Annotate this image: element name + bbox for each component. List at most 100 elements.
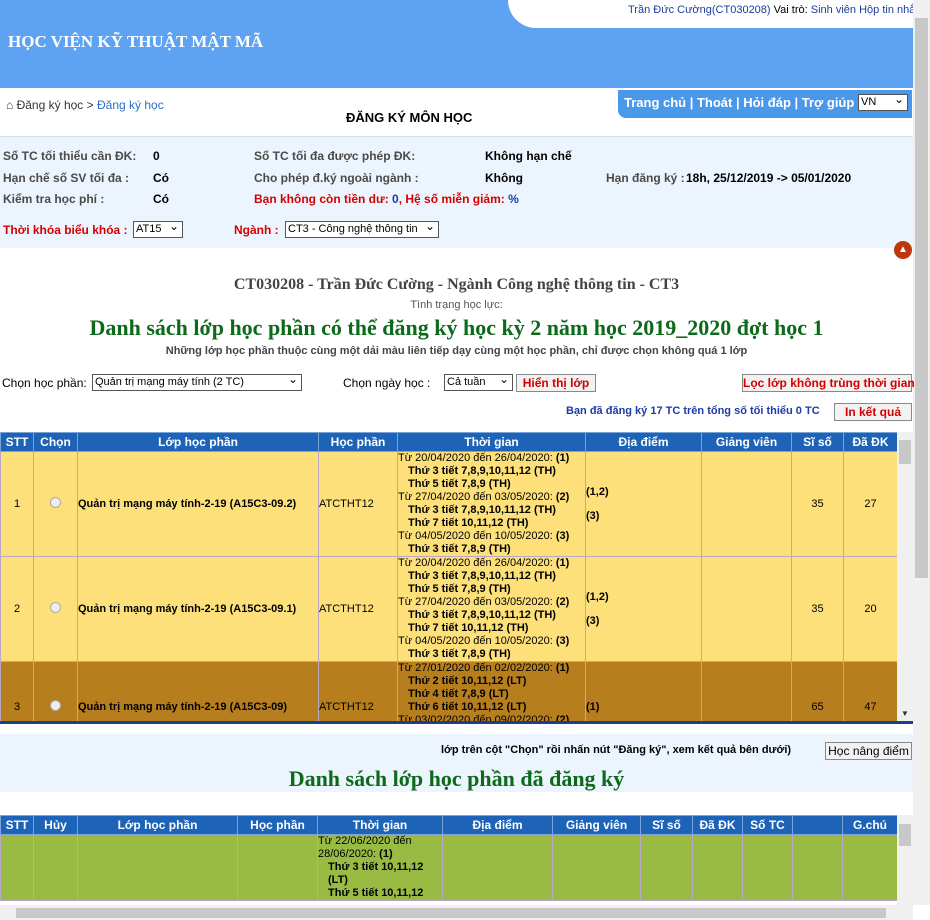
registered-classes-title: Danh sách lớp học phần đã đăng ký	[288, 766, 625, 791]
cell-place: (1,2) (3)	[585, 556, 702, 662]
cell-course-code: ATCTHT12	[318, 661, 398, 721]
column-header: Học phần	[318, 432, 398, 452]
advanced-grade-button[interactable]: Học nâng điểm	[825, 742, 912, 760]
column-header: STT	[0, 815, 34, 835]
period-index: (2)	[555, 714, 570, 721]
outside-major-value: Không	[485, 171, 523, 185]
cell-class-name: Quản trị mạng máy tính-2-19 (A15C3-09)	[77, 661, 319, 721]
section-divider	[0, 721, 913, 724]
cell-cancel[interactable]	[33, 834, 78, 901]
cell-stt: 3	[0, 661, 34, 721]
period-index: (1)	[555, 662, 570, 674]
table-row: 2 Quản trị mạng máy tính-2-19 (A15C3-09.1…	[0, 556, 897, 662]
cell-select[interactable]	[33, 451, 78, 557]
cell-note	[842, 834, 897, 901]
cell-lecturer	[701, 556, 792, 662]
registered-table-scroll-thumb[interactable]	[899, 824, 911, 846]
select-radio[interactable]	[50, 497, 61, 508]
cell-registered: 27	[843, 451, 897, 557]
page-title: ĐĂNG KÝ MÔN HỌC	[346, 110, 473, 125]
cell-course-code: ATCTHT12	[318, 556, 398, 662]
cell-class-name: Quản trị mạng máy tính-2-19 (A15C3-09.1)	[77, 556, 319, 662]
cell-stt: 2	[0, 556, 34, 662]
cell-size	[640, 834, 693, 901]
scroll-down-arrow-icon[interactable]: ▼	[901, 709, 909, 718]
cell-size: 65	[791, 661, 844, 721]
breadcrumb-home[interactable]: Đăng ký học	[17, 98, 84, 112]
classes-table-scrollbar[interactable]	[897, 432, 913, 721]
time-slot: Thứ 2 tiết 10,11,12 (LT)	[408, 675, 527, 687]
user-name-link[interactable]: Trần Đức Cường(CT030208)	[628, 4, 771, 16]
min-credits-value: 0	[153, 149, 160, 163]
time-slot: Thứ 6 tiết 10,11,12 (LT)	[408, 701, 527, 713]
period-dates: Từ 20/04/2020 đến 26/04/2020:	[398, 557, 556, 569]
column-header: Đã ĐK	[692, 815, 743, 835]
breadcrumb-current[interactable]: Đăng ký học	[97, 98, 164, 112]
available-classes-table: STT Chọn Lớp học phần Học phần Thời gian Địa …	[0, 432, 897, 721]
cell-registered: 47	[843, 661, 897, 721]
cell-registered: 20	[843, 556, 897, 662]
column-header: Địa điểm	[585, 432, 702, 452]
schedule-select[interactable]: AT15	[133, 221, 183, 238]
column-header: Sĩ số	[640, 815, 693, 835]
cell-stt	[0, 834, 34, 901]
max-credits-label: Số TC tối đa được phép ĐK:	[254, 149, 416, 163]
table-row: Từ 22/06/2020 đến 28/06/2020: (1) Thứ 3 t…	[0, 834, 897, 901]
select-radio[interactable]	[50, 602, 61, 613]
cell-extra	[792, 834, 843, 901]
table-row: 1 Quản trị mạng máy tính-2-19 (A15C3-09.2…	[0, 451, 897, 557]
course-select[interactable]: Quản trị mạng máy tính (2 TC)	[92, 374, 302, 391]
time-slot: Thứ 5 tiết 10,11,12	[328, 887, 424, 899]
period-dates: Từ 27/04/2020 đến 03/05/2020:	[398, 596, 556, 608]
language-select[interactable]: VN	[858, 94, 908, 111]
fee-check-label: Kiểm tra học phí :	[3, 192, 105, 206]
outside-major-label: Cho phép đ.ký ngoài ngành :	[254, 171, 419, 185]
cell-select[interactable]	[33, 556, 78, 662]
time-period: Từ 20/04/2020 đến 26/04/2020: (1)	[398, 452, 585, 465]
cell-place: (1)	[585, 661, 702, 721]
column-header: Thời gian	[397, 432, 586, 452]
time-slot: Thứ 3 tiết 7,8,9,10,11,12 (TH)	[408, 465, 556, 477]
period-index: (3)	[555, 530, 570, 542]
classes-table-scroll-thumb[interactable]	[899, 440, 911, 464]
column-header	[792, 815, 843, 835]
show-classes-button[interactable]: Hiển thị lớp	[516, 374, 596, 392]
major-select[interactable]: CT3 - Công nghệ thông tin	[285, 221, 439, 238]
student-limit-label: Hạn chế số SV tối đa :	[3, 171, 130, 185]
registered-header-row: STT Hủy Lớp học phần Học phần Thời gian Địa đ…	[0, 815, 897, 835]
home-icon[interactable]: ⌂	[6, 98, 13, 112]
user-info: Trần Đức Cường(CT030208) Vai trò: Sinh v…	[628, 4, 921, 16]
time-slot: Thứ 3 tiết 7,8,9 (TH)	[408, 648, 511, 660]
period-dates: Từ 04/05/2020 đến 10/05/2020:	[398, 635, 556, 647]
cell-select[interactable]	[33, 661, 78, 721]
column-header: Chọn	[33, 432, 78, 452]
period-index: (3)	[555, 635, 570, 647]
page-vertical-scroll-thumb[interactable]	[915, 18, 928, 578]
role-label: Vai trò:	[773, 4, 808, 16]
filter-no-conflict-button[interactable]: Lọc lớp không trùng thời gian	[742, 374, 915, 392]
collapse-up-icon[interactable]: ▲	[894, 241, 912, 259]
select-radio[interactable]	[50, 699, 61, 711]
academic-status: Tình trạng học lực:	[410, 299, 503, 311]
cell-course	[237, 834, 318, 901]
column-header: Lớp học phần	[77, 815, 238, 835]
period-index: (2)	[555, 491, 570, 503]
time-slot: Thứ 3 tiết 7,8,9,10,11,12 (TH)	[408, 504, 556, 516]
print-results-button[interactable]: In kết quả	[834, 403, 912, 421]
day-select[interactable]: Cả tuần	[444, 374, 513, 391]
min-credits-label: Số TC tối thiểu cần ĐK:	[3, 149, 137, 163]
time-period: Từ 03/02/2020 đến 09/02/2020: (2)	[398, 714, 585, 721]
balance-text: Bạn không còn tiền dư:	[254, 192, 393, 206]
cell-stt: 1	[0, 451, 34, 557]
page-horizontal-scroll-thumb[interactable]	[16, 908, 886, 918]
time-slot: Thứ 3 tiết 10,11,12 (LT)	[328, 861, 424, 886]
nav-links[interactable]: Trang chủ | Thoát | Hỏi đáp | Trợ giúp	[624, 95, 854, 110]
role-link[interactable]: Sinh viên	[811, 4, 856, 16]
column-header: Học phần	[237, 815, 318, 835]
period-index: (2)	[555, 596, 570, 608]
time-period: Từ 22/06/2020 đến 28/06/2020: (1)	[318, 835, 442, 861]
cell-time: Từ 27/01/2020 đến 02/02/2020: (1) Thứ 2 t…	[397, 661, 586, 721]
column-header: Thời gian	[317, 815, 443, 835]
period-dates: Từ 04/05/2020 đến 10/05/2020:	[398, 530, 556, 542]
column-header: Sĩ số	[791, 432, 844, 452]
